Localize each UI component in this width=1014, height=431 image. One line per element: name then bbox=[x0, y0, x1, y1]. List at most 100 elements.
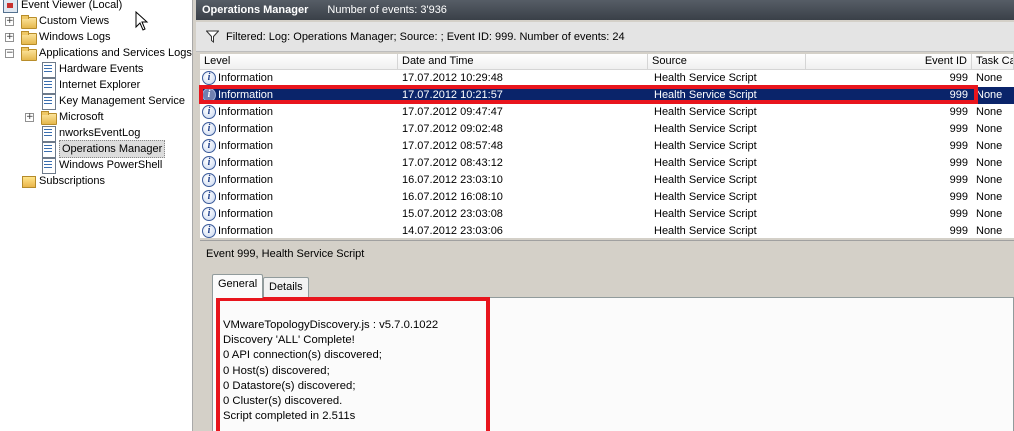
tree-item-subscriptions[interactable]: Subscriptions bbox=[20, 173, 105, 189]
cell-level: Information bbox=[218, 157, 274, 169]
tree-item-internet-explorer[interactable]: Internet Explorer bbox=[40, 77, 141, 94]
information-icon: i bbox=[202, 139, 216, 153]
tree-item-windows-powershell[interactable]: Windows PowerShell bbox=[40, 157, 163, 174]
column-header-level[interactable]: Level bbox=[200, 54, 398, 70]
column-header-date-time[interactable]: Date and Time bbox=[398, 54, 648, 70]
cell-level: Information bbox=[218, 72, 274, 84]
column-header-task-category[interactable]: Task Ca bbox=[972, 54, 1014, 70]
table-row[interactable]: i Information 15.07.2012 23:03:08 Health Se… bbox=[200, 206, 1014, 223]
information-icon: i bbox=[202, 190, 216, 204]
tab-general[interactable]: General bbox=[212, 274, 264, 298]
log-icon bbox=[40, 141, 56, 158]
message-line: 0 Datastore(s) discovered; bbox=[223, 379, 356, 392]
cell-task-category: None bbox=[976, 72, 1003, 84]
cell-source: Health Service Script bbox=[654, 174, 757, 186]
cell-level: Information bbox=[218, 123, 274, 135]
table-row[interactable]: i Information 14.07.2012 23:03:06 Health Se… bbox=[200, 223, 1014, 238]
cell-date-time: 17.07.2012 10:29:48 bbox=[402, 72, 503, 84]
cell-task-category: None bbox=[976, 225, 1003, 237]
event-detail-title: Event 999, Health Service Script bbox=[206, 248, 365, 260]
tree-item-nworkseventlog[interactable]: nworksEventLog bbox=[40, 125, 140, 142]
cell-task-category: None bbox=[976, 106, 1003, 118]
tree-item-label: Subscriptions bbox=[39, 175, 106, 187]
cell-source: Health Service Script bbox=[654, 89, 757, 101]
cell-event-id: 999 bbox=[949, 157, 968, 169]
cell-date-time: 17.07.2012 10:21:57 bbox=[402, 89, 503, 101]
mouse-pointer-icon bbox=[135, 11, 149, 31]
table-row[interactable]: i Information 16.07.2012 16:08:10 Health Se… bbox=[200, 189, 1014, 206]
cell-task-category: None bbox=[976, 123, 1003, 135]
log-icon bbox=[40, 93, 56, 110]
cell-level: Information bbox=[218, 140, 274, 152]
cell-event-id: 999 bbox=[949, 123, 968, 135]
tree-root-event-viewer[interactable]: Event Viewer (Local) bbox=[2, 0, 122, 13]
column-header-source[interactable]: Source bbox=[648, 54, 806, 70]
folder-icon bbox=[20, 13, 37, 29]
collapse-applications-logs-icon[interactable]: − bbox=[5, 49, 14, 58]
general-tab-body: VMwareTopologyDiscovery.js : v5.7.0.1022… bbox=[212, 297, 1014, 431]
filter-funnel-icon bbox=[206, 30, 219, 43]
table-row[interactable]: i Information 17.07.2012 09:47:47 Health Se… bbox=[200, 104, 1014, 121]
tree-item-operations-manager[interactable]: Operations Manager bbox=[40, 140, 166, 158]
cell-task-category: None bbox=[976, 157, 1003, 169]
cell-date-time: 16.07.2012 16:08:10 bbox=[402, 191, 503, 203]
information-icon: i bbox=[202, 156, 216, 170]
table-row[interactable]: i Information 17.07.2012 08:43:12 Health Se… bbox=[200, 155, 1014, 172]
cell-source: Health Service Script bbox=[654, 123, 757, 135]
tree-item-label: Custom Views bbox=[39, 15, 110, 27]
information-icon: i bbox=[202, 71, 216, 85]
cell-date-time: 16.07.2012 23:03:10 bbox=[402, 174, 503, 186]
information-icon: i bbox=[202, 88, 216, 102]
cell-level: Information bbox=[218, 191, 274, 203]
tree-item-label: Windows PowerShell bbox=[59, 159, 163, 171]
tree-item-microsoft[interactable]: Microsoft bbox=[40, 109, 104, 125]
table-row[interactable]: i Information 16.07.2012 23:03:10 Health Se… bbox=[200, 172, 1014, 189]
message-line: 0 API connection(s) discovered; bbox=[223, 349, 382, 362]
tree-item-key-management-service[interactable]: Key Management Service bbox=[40, 93, 185, 110]
log-icon bbox=[40, 125, 56, 142]
event-count: Number of events: 3'936 bbox=[327, 4, 447, 16]
expand-microsoft-icon[interactable]: + bbox=[25, 113, 34, 122]
tree-item-label: Operations Manager bbox=[59, 140, 166, 158]
cell-date-time: 17.07.2012 09:02:48 bbox=[402, 123, 503, 135]
cell-task-category: None bbox=[976, 174, 1003, 186]
cell-event-id: 999 bbox=[949, 174, 968, 186]
tree-item-label: Key Management Service bbox=[59, 95, 185, 107]
tree-item-label: Internet Explorer bbox=[59, 79, 141, 91]
cell-date-time: 17.07.2012 08:43:12 bbox=[402, 157, 503, 169]
table-row[interactable]: i Information 17.07.2012 10:21:57 Health Se… bbox=[200, 87, 1014, 104]
table-row[interactable]: i Information 17.07.2012 10:29:48 Health Se… bbox=[200, 70, 1014, 87]
tree-root-label: Event Viewer (Local) bbox=[21, 0, 123, 11]
event-message: VMwareTopologyDiscovery.js : v5.7.0.1022… bbox=[223, 318, 438, 424]
cell-task-category: None bbox=[976, 191, 1003, 203]
cell-date-time: 17.07.2012 09:47:47 bbox=[402, 106, 503, 118]
cell-event-id: 999 bbox=[949, 72, 968, 84]
column-header-event-id[interactable]: Event ID bbox=[806, 54, 972, 70]
table-row[interactable]: i Information 17.07.2012 09:02:48 Health Se… bbox=[200, 121, 1014, 138]
cell-source: Health Service Script bbox=[654, 225, 757, 237]
cell-source: Health Service Script bbox=[654, 72, 757, 84]
table-row[interactable]: i Information 17.07.2012 08:57:48 Health Se… bbox=[200, 138, 1014, 155]
folder-icon bbox=[40, 109, 57, 125]
tree-item-applications-services-logs[interactable]: Applications and Services Logs bbox=[20, 45, 192, 61]
tree-item-windows-logs[interactable]: Windows Logs bbox=[20, 29, 111, 45]
message-line: Script completed in 2.511s bbox=[223, 410, 356, 423]
expand-windows-logs-icon[interactable]: + bbox=[5, 33, 14, 42]
log-header: Operations Manager Number of events: 3'9… bbox=[196, 0, 1014, 20]
tree-item-custom-views[interactable]: Custom Views bbox=[20, 13, 109, 29]
cell-level: Information bbox=[218, 106, 274, 118]
message-line: 0 Cluster(s) discovered. bbox=[223, 395, 343, 408]
folder-icon bbox=[20, 45, 37, 61]
tree-item-label: Microsoft bbox=[59, 111, 104, 123]
tab-details[interactable]: Details bbox=[263, 277, 309, 297]
event-detail-pane: Event 999, Health Service Script General… bbox=[200, 240, 1014, 431]
cell-source: Health Service Script bbox=[654, 157, 757, 169]
tree-item-label: Windows Logs bbox=[39, 31, 111, 43]
cell-event-id: 999 bbox=[949, 140, 968, 152]
filter-bar: Filtered: Log: Operations Manager; Sourc… bbox=[196, 22, 1014, 52]
cell-date-time: 17.07.2012 08:57:48 bbox=[402, 140, 503, 152]
tree-item-hardware-events[interactable]: Hardware Events bbox=[40, 61, 144, 78]
expand-custom-views-icon[interactable]: + bbox=[5, 17, 14, 26]
tree-item-label: Hardware Events bbox=[59, 63, 144, 75]
cell-source: Health Service Script bbox=[654, 191, 757, 203]
